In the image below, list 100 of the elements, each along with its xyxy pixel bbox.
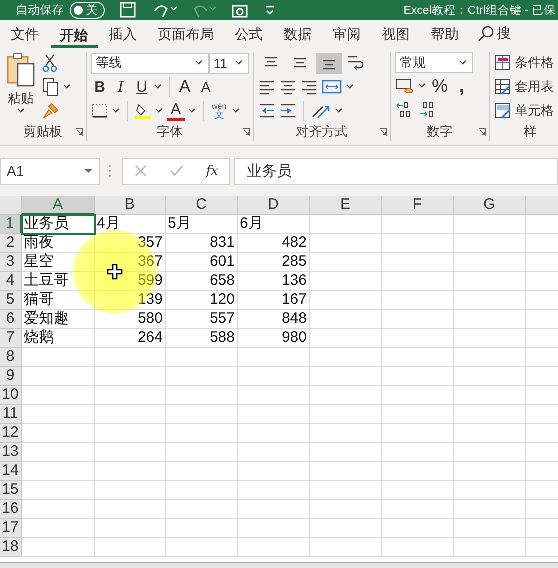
- table-cell: [95, 348, 166, 367]
- row-header[interactable]: 10: [0, 386, 22, 405]
- row-header[interactable]: 6: [0, 310, 22, 329]
- dropdown-caret-icon[interactable]: [418, 83, 427, 89]
- grip-icon: [108, 164, 112, 178]
- bottom-align-button[interactable]: [316, 52, 342, 74]
- table-cell: [166, 481, 238, 500]
- table-cell: [310, 291, 382, 310]
- dropdown-caret-icon[interactable]: [155, 108, 164, 114]
- row-header[interactable]: 5: [0, 291, 22, 310]
- ribbon-tab[interactable]: 帮助: [422, 20, 469, 48]
- autosave-toggle[interactable]: 关: [70, 2, 105, 18]
- italic-button[interactable]: I: [112, 76, 130, 98]
- search-icon: [477, 25, 495, 43]
- table-cell: [454, 462, 526, 481]
- table-format-icon: [494, 78, 512, 96]
- grow-font-button[interactable]: A: [176, 76, 194, 98]
- row-header[interactable]: 7: [0, 329, 22, 348]
- table-cell: 120: [166, 291, 238, 310]
- dropdown-caret-icon[interactable]: [112, 108, 121, 114]
- tell-me-field[interactable]: 搜: [497, 25, 511, 43]
- column-header[interactable]: C: [166, 196, 238, 215]
- dropdown-caret-icon[interactable]: [335, 108, 344, 114]
- table-cell: 6月: [238, 215, 310, 234]
- styles-command[interactable]: 条件格: [515, 54, 554, 72]
- table-cell: 167: [238, 291, 310, 310]
- row-header[interactable]: 12: [0, 424, 22, 443]
- table-cell: [454, 272, 526, 291]
- row-header[interactable]: 2: [0, 234, 22, 253]
- comma-style-button[interactable]: ,: [453, 76, 472, 96]
- row-header[interactable]: 11: [0, 405, 22, 424]
- dropdown-caret-icon[interactable]: [154, 84, 163, 90]
- font-color-button[interactable]: A: [167, 102, 185, 120]
- row-header[interactable]: 16: [0, 500, 22, 519]
- percent-button[interactable]: %: [430, 76, 450, 96]
- dialog-launcher-icon[interactable]: [478, 128, 487, 137]
- ribbon-tab[interactable]: 审阅: [324, 20, 371, 48]
- ribbon-tab[interactable]: 公式: [226, 20, 273, 48]
- ribbon-tab[interactable]: 插入: [100, 20, 147, 48]
- bold-button[interactable]: B: [91, 76, 109, 98]
- accounting-format-icon[interactable]: [395, 77, 415, 95]
- dropdown-caret-icon[interactable]: [232, 108, 241, 114]
- styles-command[interactable]: 单元格: [515, 102, 554, 120]
- formula-field[interactable]: 业务员: [234, 158, 558, 184]
- ribbon-tab[interactable]: 文件: [2, 20, 49, 48]
- number-format-dropdown[interactable]: 常规: [395, 52, 473, 73]
- styles-command[interactable]: 套用表: [515, 78, 554, 96]
- name-box[interactable]: A1: [0, 158, 100, 184]
- decrease-indent-icon[interactable]: [258, 102, 276, 120]
- row-header[interactable]: 3: [0, 253, 22, 272]
- copy-icon[interactable]: [42, 77, 60, 97]
- row-header[interactable]: 13: [0, 443, 22, 462]
- table-cell: [310, 272, 382, 291]
- table-cell: [454, 386, 526, 405]
- row-header[interactable]: 1: [0, 215, 22, 234]
- phonetic-guide-button[interactable]: wén 文: [210, 100, 229, 122]
- dialog-launcher-icon[interactable]: [75, 128, 84, 137]
- scissors-icon[interactable]: [42, 53, 58, 73]
- paste-button[interactable]: 粘贴: [8, 90, 34, 108]
- column-header[interactable]: G: [454, 196, 526, 215]
- row-header[interactable]: 4: [0, 272, 22, 291]
- ribbon-tab[interactable]: 页面布局: [149, 20, 224, 48]
- column-header[interactable]: D: [238, 196, 310, 215]
- font-size-dropdown[interactable]: 11: [209, 52, 249, 74]
- fill-color-icon[interactable]: [134, 102, 152, 120]
- column-header[interactable]: A: [22, 196, 95, 215]
- table-cell: [95, 405, 166, 424]
- dialog-launcher-icon[interactable]: [379, 128, 388, 137]
- borders-icon[interactable]: [91, 103, 109, 119]
- row-header[interactable]: 15: [0, 481, 22, 500]
- row-header[interactable]: 8: [0, 348, 22, 367]
- row-header[interactable]: 14: [0, 462, 22, 481]
- increase-indent-icon[interactable]: [279, 102, 297, 120]
- dropdown-caret-icon[interactable]: [63, 84, 72, 90]
- row-header[interactable]: 17: [0, 519, 22, 538]
- ribbon-tab[interactable]: 视图: [373, 20, 420, 48]
- table-cell: [310, 481, 382, 500]
- dropdown-caret-icon[interactable]: [188, 108, 197, 114]
- format-painter-icon[interactable]: [42, 102, 60, 120]
- row-header[interactable]: 9: [0, 367, 22, 386]
- table-cell: [382, 310, 454, 329]
- insert-function-button[interactable]: fx: [206, 164, 218, 178]
- save-icon[interactable]: [119, 1, 137, 19]
- dropdown-caret-icon[interactable]: [346, 84, 355, 90]
- column-header[interactable]: F: [382, 196, 454, 215]
- column-header[interactable]: B: [95, 196, 166, 215]
- table-cell: [238, 386, 310, 405]
- table-cell: [166, 443, 238, 462]
- font-name-dropdown[interactable]: 等线: [91, 52, 209, 74]
- row-header[interactable]: 18: [0, 538, 22, 557]
- table-cell: [454, 348, 526, 367]
- dialog-launcher-icon[interactable]: [242, 128, 251, 137]
- window-title: Excel教程：Ctrl组合键 - 已保: [404, 4, 556, 18]
- dropdown-caret-icon[interactable]: [16, 108, 26, 114]
- ribbon-tab[interactable]: 数据: [275, 20, 322, 48]
- merge-center-icon[interactable]: [321, 78, 343, 96]
- table-cell: 580: [95, 310, 166, 329]
- shrink-font-button[interactable]: A: [197, 76, 215, 98]
- underline-button[interactable]: U: [133, 76, 151, 98]
- column-header[interactable]: E: [310, 196, 382, 215]
